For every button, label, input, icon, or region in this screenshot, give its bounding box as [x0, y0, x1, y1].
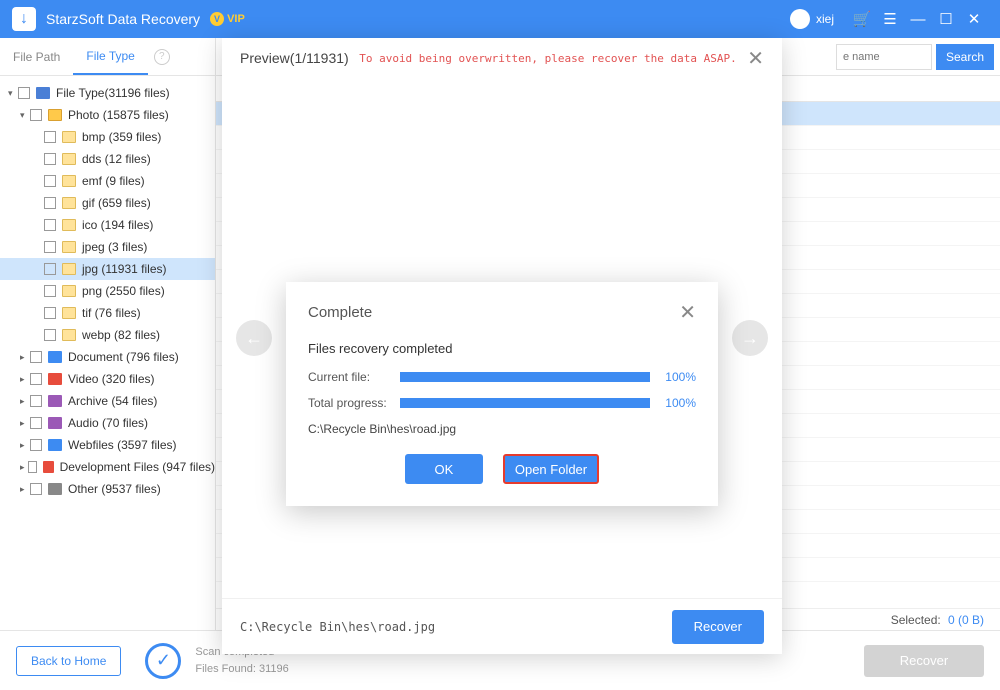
- tree-fmt-gif[interactable]: gif (659 files): [0, 192, 215, 214]
- scan-complete-icon: ✓: [145, 643, 181, 679]
- tree-other[interactable]: ▸Other (9537 files): [0, 478, 215, 500]
- preview-panel: Preview(1/11931) To avoid being overwrit…: [222, 38, 782, 654]
- tree-fmt-tif[interactable]: tif (76 files): [0, 302, 215, 324]
- tree-fmt-bmp[interactable]: bmp (359 files): [0, 126, 215, 148]
- tree-fmt-png[interactable]: png (2550 files): [0, 280, 215, 302]
- username[interactable]: xiej: [816, 12, 834, 26]
- preview-title: Preview(1/11931): [240, 50, 349, 66]
- tab-file-type[interactable]: File Type: [73, 38, 147, 75]
- preview-close-icon[interactable]: ✕: [747, 46, 764, 71]
- complete-dialog: Complete ✕ Files recovery completed Curr…: [286, 282, 718, 506]
- titlebar: ↓ StarzSoft Data Recovery V VIP xiej 🛒 ☰…: [0, 0, 1000, 38]
- help-icon[interactable]: ?: [154, 49, 170, 65]
- dialog-path: C:\Recycle Bin\hes\road.jpg: [308, 422, 696, 436]
- maximize-icon[interactable]: ☐: [932, 10, 960, 28]
- tree-fmt-ico[interactable]: ico (194 files): [0, 214, 215, 236]
- tree-document[interactable]: ▸Document (796 files): [0, 346, 215, 368]
- menu-icon[interactable]: ☰: [876, 10, 904, 28]
- search-input[interactable]: [836, 44, 932, 70]
- vip-icon: V: [210, 12, 224, 26]
- minimize-icon[interactable]: —: [904, 11, 932, 28]
- search-button[interactable]: Search: [936, 44, 994, 70]
- preview-path: C:\Recycle Bin\hes\road.jpg: [240, 620, 435, 634]
- tree-fmt-emf[interactable]: emf (9 files): [0, 170, 215, 192]
- preview-warning: To avoid being overwritten, please recov…: [349, 52, 748, 65]
- dialog-title: Complete: [308, 304, 372, 321]
- app-logo-icon: ↓: [12, 7, 36, 31]
- tree-fmt-jpg[interactable]: jpg (11931 files): [0, 258, 215, 280]
- tree-photo[interactable]: ▾Photo (15875 files): [0, 104, 215, 126]
- tree-fmt-webp[interactable]: webp (82 files): [0, 324, 215, 346]
- recover-button-disabled: Recover: [864, 645, 984, 677]
- vip-badge[interactable]: V VIP: [210, 12, 245, 26]
- avatar-icon[interactable]: [790, 9, 810, 29]
- preview-prev-icon[interactable]: ←: [236, 320, 272, 356]
- app-title: StarzSoft Data Recovery: [46, 11, 200, 27]
- cart-icon[interactable]: 🛒: [848, 10, 876, 28]
- tree-archive[interactable]: ▸Archive (54 files): [0, 390, 215, 412]
- tree-devfiles[interactable]: ▸Development Files (947 files): [0, 456, 215, 478]
- tree-audio[interactable]: ▸Audio (70 files): [0, 412, 215, 434]
- back-to-home-button[interactable]: Back to Home: [16, 646, 121, 676]
- tree-fmt-dds[interactable]: dds (12 files): [0, 148, 215, 170]
- file-tree: ▾File Type(31196 files) ▾Photo (15875 fi…: [0, 76, 215, 630]
- preview-next-icon[interactable]: →: [732, 320, 768, 356]
- total-progress: Total progress: 100%: [308, 396, 696, 410]
- dialog-close-icon[interactable]: ✕: [679, 300, 696, 325]
- tree-video[interactable]: ▸Video (320 files): [0, 368, 215, 390]
- open-folder-button[interactable]: Open Folder: [503, 454, 599, 484]
- preview-recover-button[interactable]: Recover: [672, 610, 764, 644]
- tree-root[interactable]: ▾File Type(31196 files): [0, 82, 215, 104]
- current-file-progress: Current file: 100%: [308, 370, 696, 384]
- dialog-message: Files recovery completed: [308, 341, 696, 356]
- preview-body: ← → Complete ✕ Files recovery completed …: [222, 78, 782, 598]
- tab-file-path[interactable]: File Path: [0, 38, 73, 75]
- tree-webfiles[interactable]: ▸Webfiles (3597 files): [0, 434, 215, 456]
- ok-button[interactable]: OK: [405, 454, 483, 484]
- close-window-icon[interactable]: ✕: [960, 10, 988, 28]
- sidebar: File Path File Type ? ▾File Type(31196 f…: [0, 38, 216, 630]
- tree-fmt-jpeg[interactable]: jpeg (3 files): [0, 236, 215, 258]
